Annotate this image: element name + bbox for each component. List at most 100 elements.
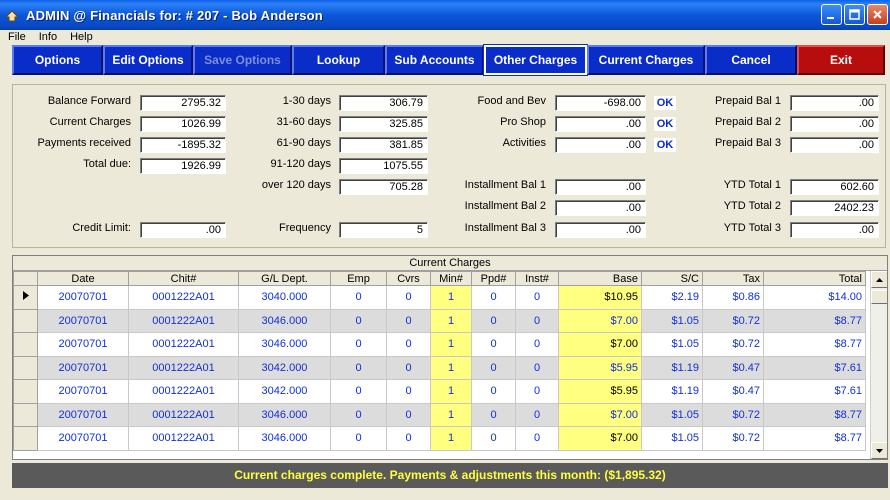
table-row[interactable]: 20070701 0001222A01 3046.000 0 0 1 0 0 $7.00 $1.0… xyxy=(13,426,866,451)
cell-total[interactable]: $8.77 xyxy=(763,426,866,451)
col-header-cvrs[interactable]: Cvrs xyxy=(386,271,431,286)
cell-ppd[interactable]: 0 xyxy=(471,308,516,333)
table-row[interactable]: 20070701 0001222A01 3042.000 0 0 1 0 0 $5.95 $1.1… xyxy=(13,355,866,380)
cell-cvrs[interactable]: 0 xyxy=(386,402,431,427)
row-selector[interactable] xyxy=(13,332,38,357)
cell-ppd[interactable]: 0 xyxy=(471,379,516,404)
scroll-down-button[interactable] xyxy=(871,442,887,459)
menu-file[interactable]: File xyxy=(0,31,31,43)
cell-chit[interactable]: 0001222A01 xyxy=(128,355,239,380)
current-charges-field[interactable]: 1026.99 xyxy=(140,116,226,132)
col-header-total[interactable]: Total xyxy=(763,271,866,286)
cell-sc[interactable]: $1.05 xyxy=(641,402,703,427)
cell-date[interactable]: 20070701 xyxy=(37,402,129,427)
minimize-button[interactable] xyxy=(821,4,842,25)
col-header-emp[interactable]: Emp xyxy=(330,271,387,286)
cell-total[interactable]: $8.77 xyxy=(763,402,866,427)
cell-tax[interactable]: $0.72 xyxy=(702,402,764,427)
aging-1-30-field[interactable]: 306.79 xyxy=(339,95,428,111)
cell-date[interactable]: 20070701 xyxy=(37,379,129,404)
cell-emp[interactable]: 0 xyxy=(330,402,387,427)
col-header-inst[interactable]: Inst# xyxy=(515,271,559,286)
pro-shop-field[interactable]: .00 xyxy=(555,116,646,132)
cell-inst[interactable]: 0 xyxy=(515,332,559,357)
cell-base[interactable]: $7.00 xyxy=(558,308,642,333)
table-row[interactable]: 20070701 0001222A01 3040.000 0 0 1 0 0 $10.95 $2.… xyxy=(13,285,866,310)
cell-inst[interactable]: 0 xyxy=(515,379,559,404)
cell-cvrs[interactable]: 0 xyxy=(386,426,431,451)
cell-ppd[interactable]: 0 xyxy=(471,402,516,427)
cell-tax[interactable]: $0.86 xyxy=(702,285,764,310)
prepaid-bal-2-field[interactable]: .00 xyxy=(790,116,879,132)
cell-emp[interactable]: 0 xyxy=(330,379,387,404)
row-selector[interactable] xyxy=(13,355,38,380)
cell-total[interactable]: $14.00 xyxy=(763,285,866,310)
row-selector[interactable] xyxy=(13,285,38,310)
cell-chit[interactable]: 0001222A01 xyxy=(128,285,239,310)
table-row[interactable]: 20070701 0001222A01 3046.000 0 0 1 0 0 $7.00 $1.0… xyxy=(13,332,866,357)
cell-cvrs[interactable]: 0 xyxy=(386,285,431,310)
menu-info[interactable]: Info xyxy=(31,31,62,43)
cell-base[interactable]: $5.95 xyxy=(558,355,642,380)
scroll-thumb[interactable] xyxy=(871,290,887,304)
cell-base[interactable]: $5.95 xyxy=(558,379,642,404)
installment-bal-2-field[interactable]: .00 xyxy=(555,200,646,216)
cell-gl-dept[interactable]: 3046.000 xyxy=(238,332,331,357)
cell-chit[interactable]: 0001222A01 xyxy=(128,332,239,357)
prepaid-bal-3-field[interactable]: .00 xyxy=(790,137,879,153)
cell-chit[interactable]: 0001222A01 xyxy=(128,308,239,333)
cell-inst[interactable]: 0 xyxy=(515,308,559,333)
cell-base[interactable]: $10.95 xyxy=(558,285,642,310)
cell-min[interactable]: 1 xyxy=(430,285,472,310)
lookup-button[interactable]: Lookup xyxy=(292,45,385,75)
cell-sc[interactable]: $1.19 xyxy=(641,355,703,380)
credit-limit-field[interactable]: .00 xyxy=(140,222,226,238)
cell-min[interactable]: 1 xyxy=(430,402,472,427)
table-row[interactable]: 20070701 0001222A01 3042.000 0 0 1 0 0 $5.95 $1.1… xyxy=(13,379,866,404)
payments-received-field[interactable]: -1895.32 xyxy=(140,137,226,153)
cell-tax[interactable]: $0.47 xyxy=(702,355,764,380)
cell-ppd[interactable]: 0 xyxy=(471,426,516,451)
cell-sc[interactable]: $1.05 xyxy=(641,308,703,333)
cell-min[interactable]: 1 xyxy=(430,332,472,357)
cell-inst[interactable]: 0 xyxy=(515,285,559,310)
close-button[interactable] xyxy=(867,4,888,25)
exit-button[interactable]: Exit xyxy=(797,45,885,75)
cell-total[interactable]: $8.77 xyxy=(763,308,866,333)
cell-min[interactable]: 1 xyxy=(430,426,472,451)
cell-emp[interactable]: 0 xyxy=(330,308,387,333)
cell-sc[interactable]: $1.05 xyxy=(641,426,703,451)
cell-emp[interactable]: 0 xyxy=(330,285,387,310)
cell-ppd[interactable]: 0 xyxy=(471,355,516,380)
title-bar[interactable]: ADMIN @ Financials for: # 207 - Bob Ande… xyxy=(0,0,890,30)
cell-date[interactable]: 20070701 xyxy=(37,426,129,451)
prepaid-bal-1-field[interactable]: .00 xyxy=(790,95,879,111)
activities-field[interactable]: .00 xyxy=(555,137,646,153)
cell-tax[interactable]: $0.47 xyxy=(702,379,764,404)
aging-61-90-field[interactable]: 381.85 xyxy=(339,137,428,153)
edit-options-button[interactable]: Edit Options xyxy=(103,45,193,75)
cell-cvrs[interactable]: 0 xyxy=(386,308,431,333)
cell-gl-dept[interactable]: 3042.000 xyxy=(238,379,331,404)
ytd-total-3-field[interactable]: .00 xyxy=(790,222,879,238)
cell-inst[interactable]: 0 xyxy=(515,355,559,380)
row-selector[interactable] xyxy=(13,402,38,427)
row-selector[interactable] xyxy=(13,426,38,451)
aging-91-120-field[interactable]: 1075.55 xyxy=(339,158,428,174)
table-row[interactable]: 20070701 0001222A01 3046.000 0 0 1 0 0 $7.00 $1.0… xyxy=(13,402,866,427)
menu-help[interactable]: Help xyxy=(62,31,98,43)
installment-bal-1-field[interactable]: .00 xyxy=(555,179,646,195)
cell-min[interactable]: 1 xyxy=(430,355,472,380)
maximize-button[interactable] xyxy=(844,4,865,25)
row-selector[interactable] xyxy=(13,379,38,404)
cell-tax[interactable]: $0.72 xyxy=(702,308,764,333)
cell-emp[interactable]: 0 xyxy=(330,426,387,451)
aging-over-120-field[interactable]: 705.28 xyxy=(339,179,428,195)
col-header-ppd[interactable]: Ppd# xyxy=(471,271,516,286)
food-bev-field[interactable]: -698.00 xyxy=(555,95,646,111)
cell-date[interactable]: 20070701 xyxy=(37,285,129,310)
cell-emp[interactable]: 0 xyxy=(330,332,387,357)
cell-ppd[interactable]: 0 xyxy=(471,285,516,310)
cell-gl-dept[interactable]: 3042.000 xyxy=(238,355,331,380)
cell-sc[interactable]: $2.19 xyxy=(641,285,703,310)
